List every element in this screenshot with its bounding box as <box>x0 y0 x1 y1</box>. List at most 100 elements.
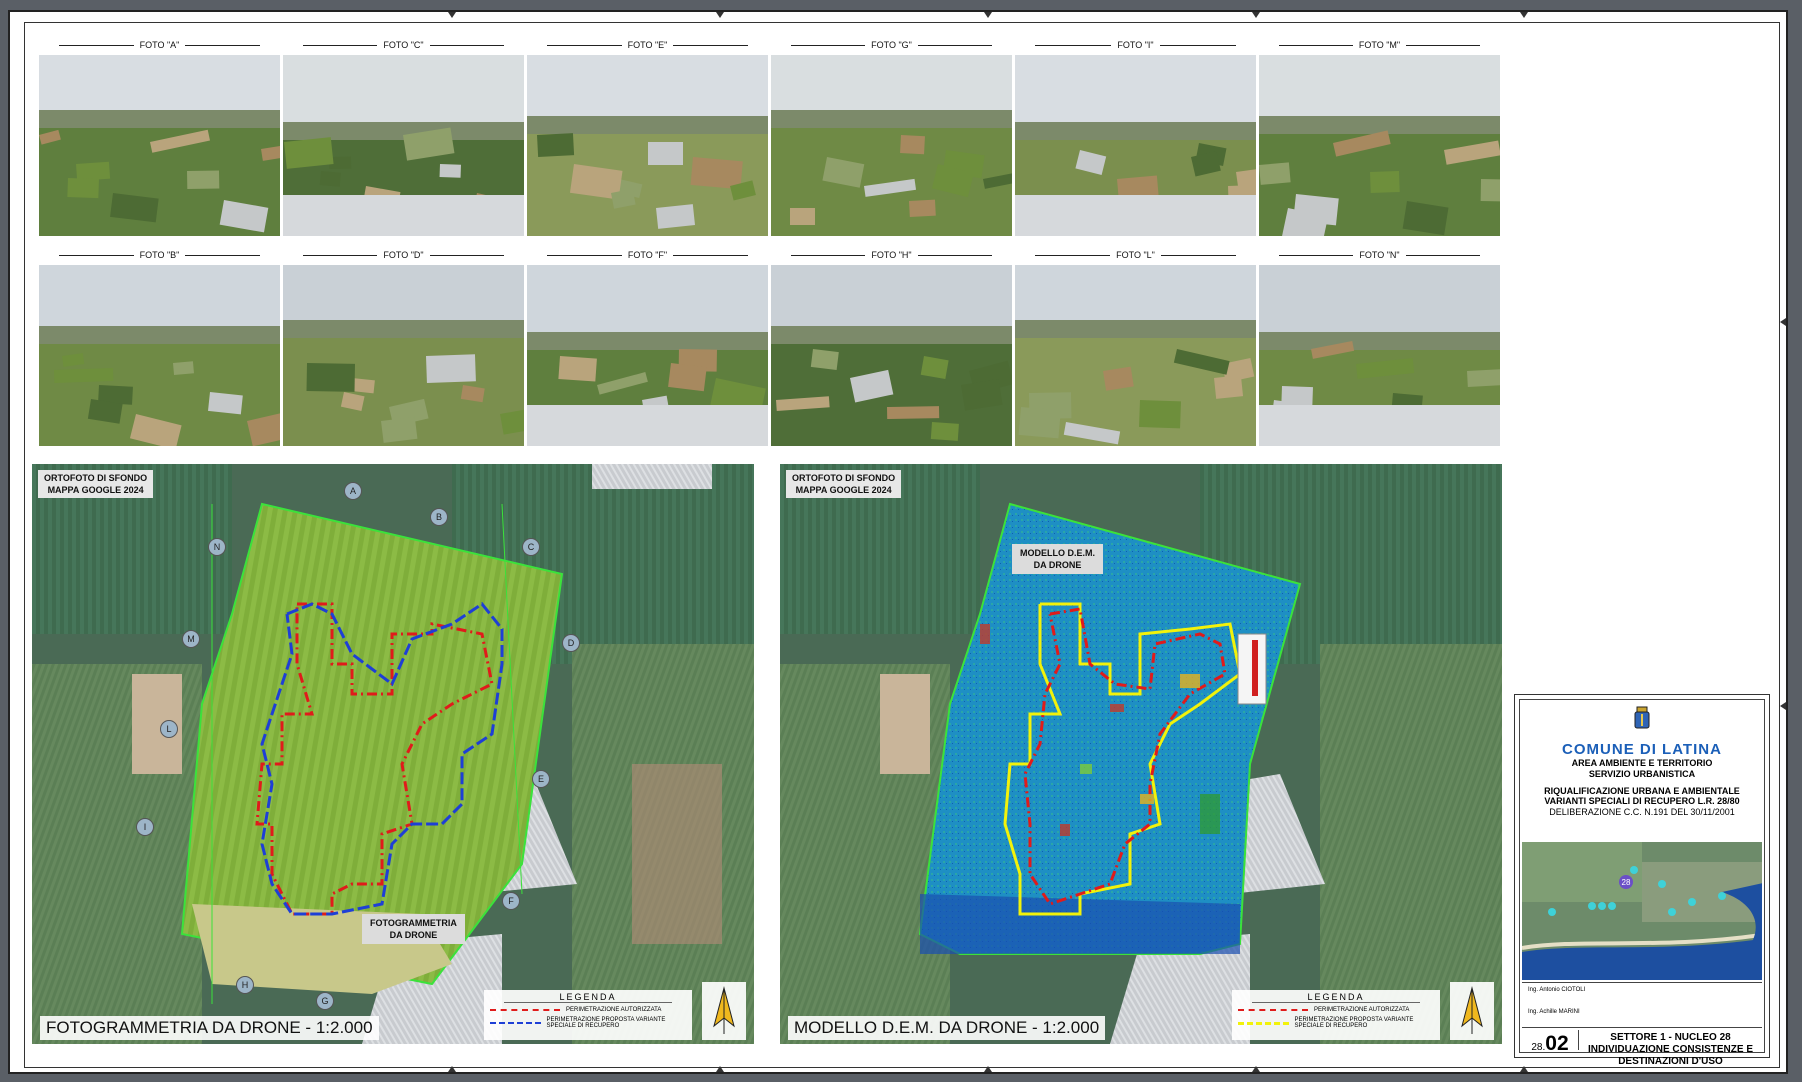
dem-map: ORTOFOTO DI SFONDO MAPPA GOOGLE 2024 MOD… <box>780 464 1502 1044</box>
locator-map-image: 28 <box>1522 842 1762 980</box>
aerial-photo-image <box>527 265 768 446</box>
title-block-inner: COMUNE DI LATINA AREA AMBIENTE E TERRITO… <box>1519 699 1765 1067</box>
legend-item: PERIMETRAZIONE PROPOSTA VARIANTE SPECIAL… <box>1294 1017 1414 1029</box>
aerial-photo-image <box>1015 265 1256 446</box>
aerial-photo: FOTO "E" <box>527 38 768 236</box>
photo-label-text: FOTO "C" <box>377 40 430 50</box>
photo-frame <box>771 265 1012 446</box>
annotation-line: MODELLO D.E.M. <box>1020 548 1095 558</box>
photo-frame <box>1259 265 1500 446</box>
annotation-line: DA DRONE <box>1033 560 1082 570</box>
legend-row: PERIMETRAZIONE PROPOSTA VARIANTE SPECIAL… <box>1238 1017 1434 1029</box>
photo-point-pin[interactable]: L <box>160 720 178 738</box>
legend-item: PERIMETRAZIONE AUTORIZZATA <box>1314 1007 1410 1013</box>
photo-label-text: FOTO "M" <box>1352 40 1407 50</box>
map-legend: LEGENDA PERIMETRAZIONE AUTORIZZATA PERIM… <box>484 990 692 1040</box>
coat-of-arms-icon <box>1634 706 1650 729</box>
photo-frame <box>1015 55 1256 236</box>
comune-name: COMUNE DI LATINA <box>1562 741 1722 758</box>
aerial-photo-image <box>771 55 1012 236</box>
frame-tick <box>984 12 992 18</box>
photo-label-text: FOTO "I" <box>1111 40 1160 50</box>
photo-frame <box>39 265 280 446</box>
sheet-prefix: 28. <box>1531 1042 1546 1053</box>
photo-frame <box>771 55 1012 236</box>
sheet-desc-line: DESTINAZIONI D'USO <box>1618 1056 1723 1067</box>
photo-label: FOTO "F" <box>527 248 768 262</box>
area-line: AREA AMBIENTE E TERRITORIO <box>1571 758 1713 768</box>
photo-point-pin[interactable]: G <box>316 992 334 1010</box>
photo-frame <box>1259 55 1500 236</box>
aerial-photo-image <box>39 55 280 236</box>
orthophoto-label-line: MAPPA GOOGLE 2024 <box>795 485 892 495</box>
photo-point-pin[interactable]: F <box>502 892 520 910</box>
legend-title: LEGENDA <box>1252 992 1420 1003</box>
frame-tick <box>1520 1066 1528 1072</box>
photo-point-pin[interactable]: B <box>430 508 448 526</box>
photo-frame <box>527 265 768 446</box>
frame-tick <box>1252 1066 1260 1072</box>
photo-point-pin[interactable]: M <box>182 630 200 648</box>
frame-tick <box>448 12 456 18</box>
photo-label: FOTO "I" <box>1015 38 1256 52</box>
photogrammetry-map: ORTOFOTO DI SFONDO MAPPA GOOGLE 2024 FOT… <box>32 464 754 1044</box>
legend-swatch-red <box>1238 1009 1308 1011</box>
aerial-photo-image <box>1015 55 1256 236</box>
north-arrow <box>702 982 746 1040</box>
legend-item: PERIMETRAZIONE PROPOSTA VARIANTE SPECIAL… <box>546 1017 666 1029</box>
aerial-photo: FOTO "M" <box>1259 38 1500 236</box>
aerial-photo-image <box>1259 265 1500 446</box>
photo-point-pin[interactable]: E <box>532 770 550 788</box>
sheet-description: SETTORE 1 - NUCLEO 28 INDIVIDUAZIONE CON… <box>1579 1030 1762 1067</box>
deliberazione-line: DELIBERAZIONE C.C. N.191 DEL 30/11/2001 <box>1549 807 1735 817</box>
aerial-photo: FOTO "B" <box>39 248 280 446</box>
photo-label: FOTO "E" <box>527 38 768 52</box>
title-block-header: COMUNE DI LATINA AREA AMBIENTE E TERRITO… <box>1520 700 1764 818</box>
dem-background <box>780 464 1502 1044</box>
aerial-photo: FOTO "L" <box>1015 248 1256 446</box>
photo-point-pin[interactable]: A <box>344 482 362 500</box>
title-block: COMUNE DI LATINA AREA AMBIENTE E TERRITO… <box>1514 694 1770 1067</box>
photo-frame <box>283 55 524 236</box>
photo-label: FOTO "H" <box>771 248 1012 262</box>
area-line: SERVIZIO URBANISTICA <box>1588 769 1696 779</box>
aerial-photo: FOTO "C" <box>283 38 524 236</box>
engineers-box: Ing. Antonio CIOTOLI Ing. Achille MARINI <box>1522 982 1762 1028</box>
aerial-photo-image <box>1259 55 1500 236</box>
photo-frame <box>39 55 280 236</box>
project-line: RIQUALIFICAZIONE URBANA E AMBIENTALE <box>1544 786 1740 796</box>
frame-tick <box>984 1066 992 1072</box>
photo-point-pin[interactable]: D <box>562 634 580 652</box>
photo-label-text: FOTO "F" <box>621 250 674 260</box>
photo-label: FOTO "N" <box>1259 248 1500 262</box>
photo-label-text: FOTO "A" <box>133 40 186 50</box>
aerial-photo: FOTO "G" <box>771 38 1012 236</box>
aerial-photo-image <box>771 265 1012 446</box>
photo-frame <box>527 55 768 236</box>
photo-label-text: FOTO "B" <box>133 250 186 260</box>
photo-point-pin[interactable]: N <box>208 538 226 556</box>
photo-label: FOTO "L" <box>1015 248 1256 262</box>
map-title: MODELLO D.E.M. DA DRONE - 1:2.000 <box>788 1016 1106 1040</box>
photo-frame <box>283 265 524 446</box>
sheet-desc-line: INDIVIDUAZIONE CONSISTENZE E <box>1587 1044 1753 1055</box>
frame-tick <box>716 12 724 18</box>
photo-label: FOTO "G" <box>771 38 1012 52</box>
photo-point-pin[interactable]: I <box>136 818 154 836</box>
photo-label-text: FOTO "D" <box>377 250 430 260</box>
photo-point-pin[interactable]: H <box>236 976 254 994</box>
locator-map: 28 <box>1522 842 1762 980</box>
aerial-photo-image <box>39 265 280 446</box>
legend-swatch-yellow <box>1238 1021 1289 1025</box>
photo-point-pin[interactable]: C <box>522 538 540 556</box>
map-annotation-box: MODELLO D.E.M. DA DRONE <box>1012 544 1103 574</box>
orthophoto-background <box>32 464 754 1044</box>
aerial-photo-image <box>527 55 768 236</box>
photo-label: FOTO "A" <box>39 38 280 52</box>
orthophoto-label-line: ORTOFOTO DI SFONDO <box>792 473 896 483</box>
photo-label: FOTO "D" <box>283 248 524 262</box>
photo-label: FOTO "B" <box>39 248 280 262</box>
aerial-photo: FOTO "N" <box>1259 248 1500 446</box>
legend-swatch-blue <box>490 1022 541 1024</box>
map-annotation-box: FOTOGRAMMETRIA DA DRONE <box>362 914 465 944</box>
